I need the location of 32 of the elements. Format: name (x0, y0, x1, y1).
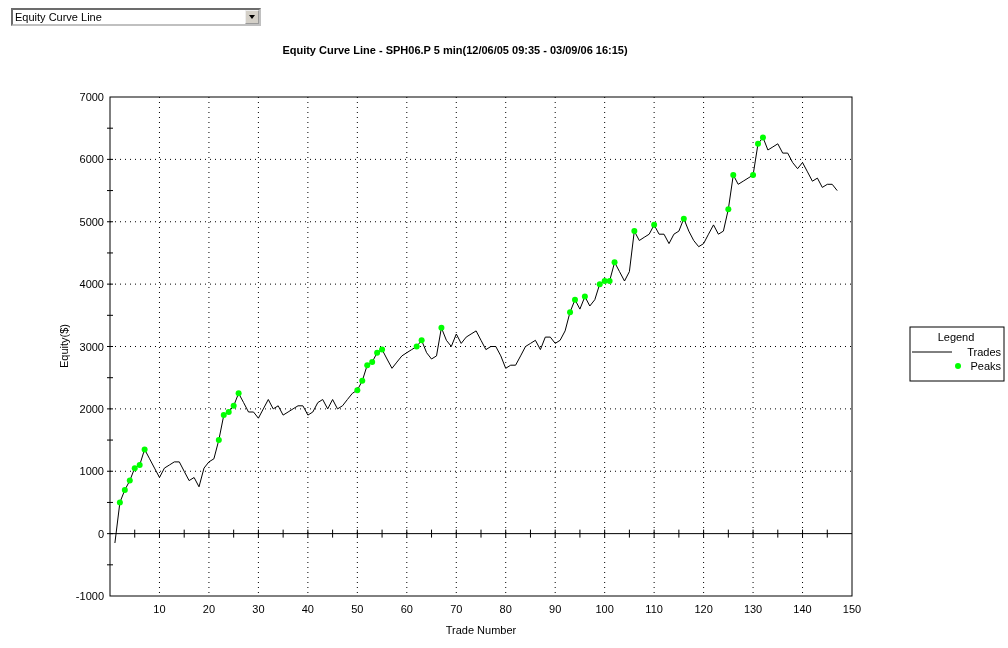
x-tick-label: 120 (694, 603, 713, 615)
x-tick-label: 10 (153, 603, 166, 615)
y-tick-label: 3000 (79, 340, 104, 353)
y-tick-label: 6000 (79, 153, 104, 166)
x-tick-label: 110 (645, 603, 663, 615)
legend-label: Peaks (970, 360, 1001, 372)
y-tick-label: -1000 (75, 590, 104, 602)
x-tick-label: 50 (351, 603, 364, 615)
x-tick-label: 150 (842, 603, 862, 615)
x-tick-label: 20 (202, 603, 216, 615)
y-tick-label: 4000 (79, 278, 104, 291)
y-tick-label: 5000 (79, 215, 104, 228)
chart-title: Equity Curve Line - SPH06.P 5 min(12/06/05 09:35 - 03/09/06 16:15) (282, 44, 628, 56)
x-axis-title: Trade Number (445, 624, 517, 636)
y-tick-label: 1000 (79, 465, 104, 478)
y-tick-label: 7000 (79, 91, 104, 103)
y-tick-label: 2000 (79, 402, 104, 415)
x-tick-label: 140 (793, 603, 812, 615)
x-tick-label: 30 (252, 603, 265, 615)
x-tick-label: 60 (400, 603, 413, 615)
x-tick-label: 40 (301, 603, 314, 615)
legend-title: Legend (937, 331, 975, 343)
y-axis-title: Equity($) (58, 324, 70, 368)
x-tick-label: 70 (450, 603, 463, 615)
chart-type-dropdown[interactable]: Equity Curve Line (11, 8, 261, 26)
x-tick-label: 100 (595, 603, 614, 615)
y-tick-label: 0 (97, 527, 104, 540)
x-tick-label: 130 (743, 603, 763, 615)
dropdown-caret-icon[interactable] (245, 10, 259, 24)
legend-label: Trades (967, 346, 1001, 358)
x-tick-label: 90 (549, 603, 562, 615)
x-tick-label: 80 (499, 603, 512, 615)
